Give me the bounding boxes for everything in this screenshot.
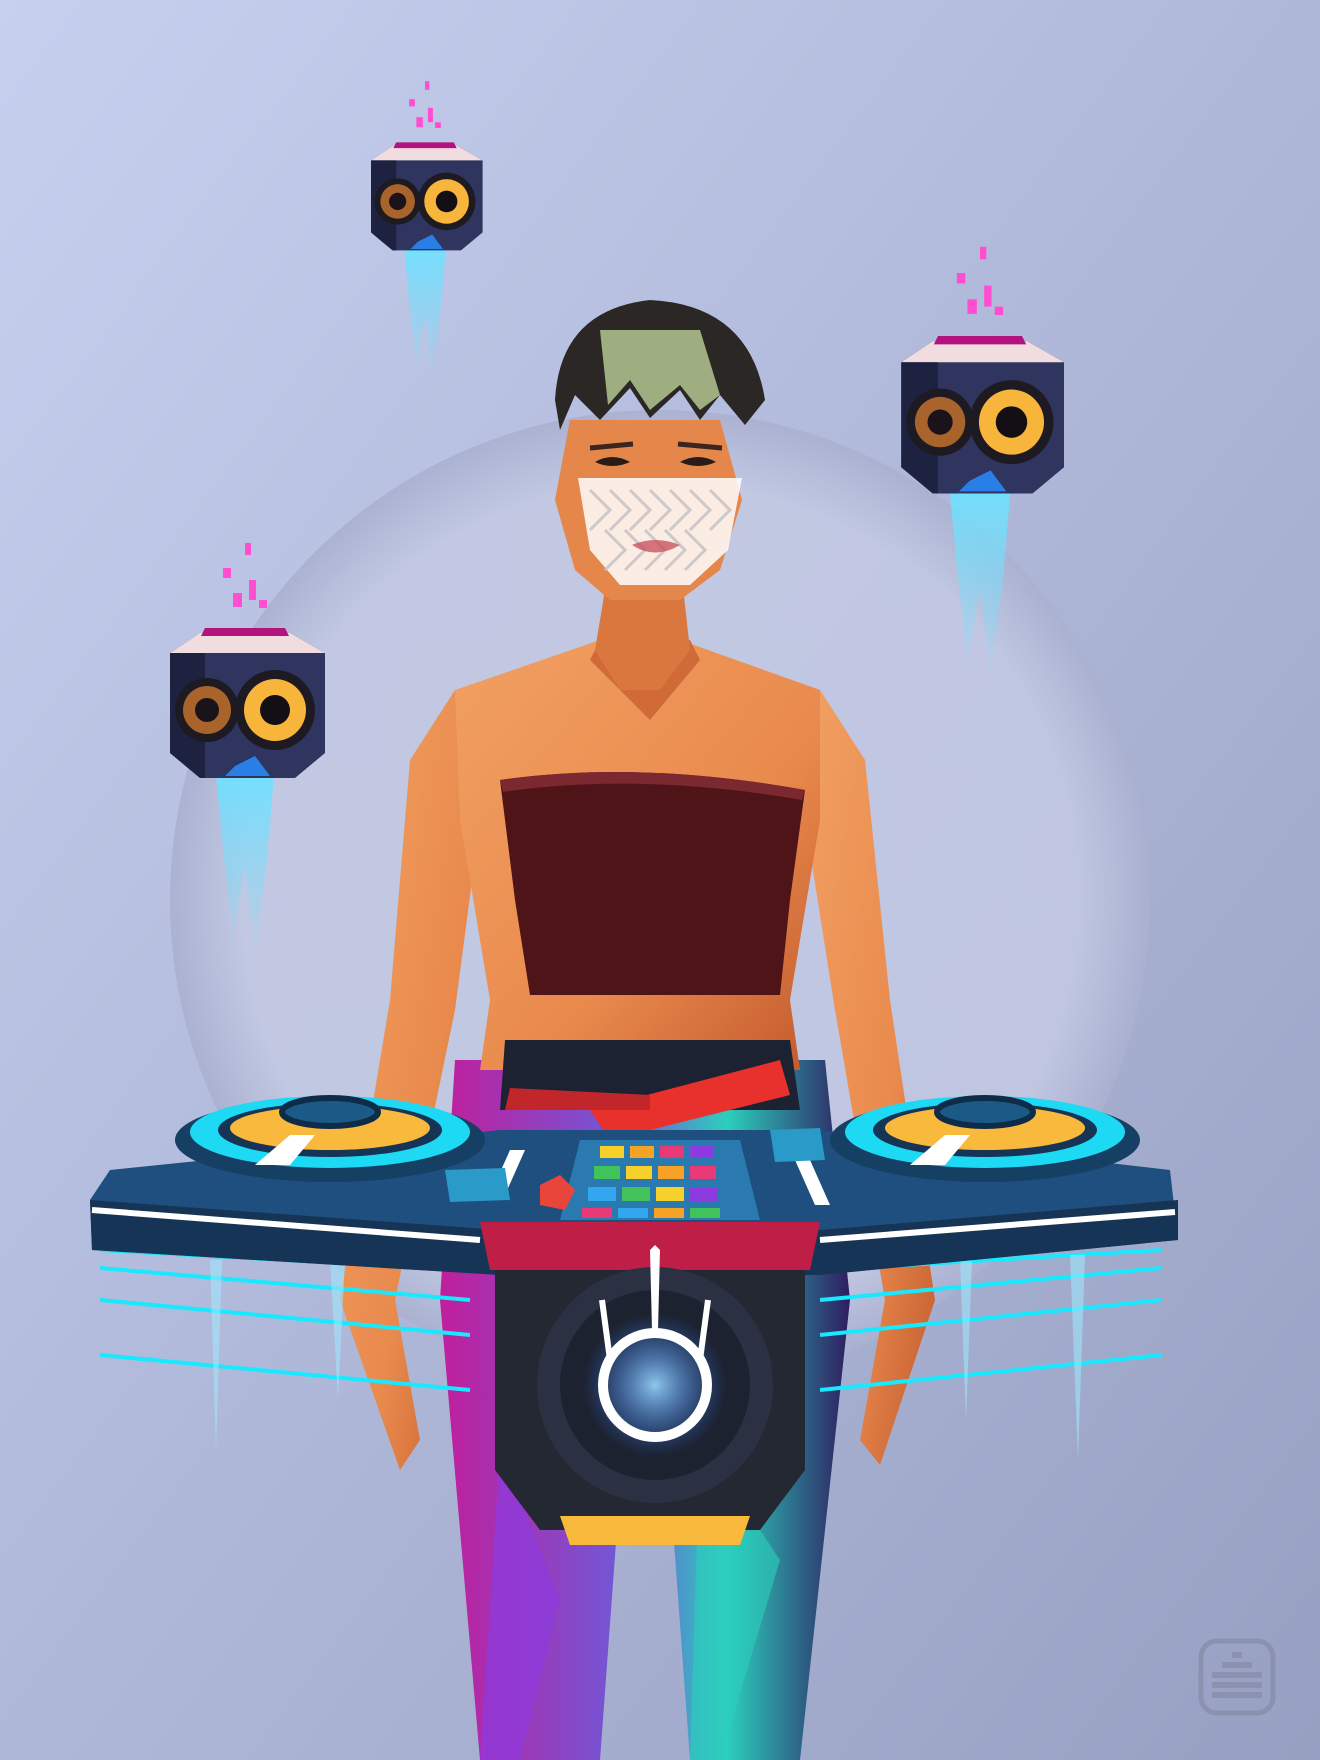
center-speaker: [480, 1222, 820, 1545]
crop-top: [500, 772, 805, 995]
dj-character-artwork: [0, 0, 1320, 1760]
equalizer-badge-icon: [1198, 1638, 1276, 1716]
illustration-scene: [0, 0, 1320, 1760]
